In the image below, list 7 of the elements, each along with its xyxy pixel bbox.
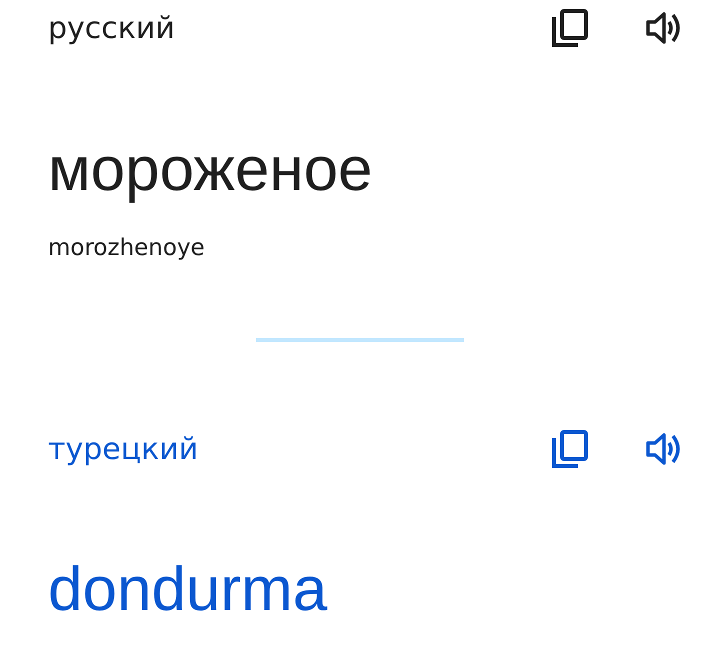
transliteration-text: morozhenoye — [48, 234, 206, 263]
translation-text: dondurma — [48, 554, 328, 626]
language-label: русский — [48, 10, 176, 46]
copy-icon[interactable] — [552, 430, 588, 468]
language-label: турецкий — [48, 432, 200, 466]
source-text: мороженое — [48, 134, 374, 206]
copy-icon[interactable] — [552, 9, 588, 47]
